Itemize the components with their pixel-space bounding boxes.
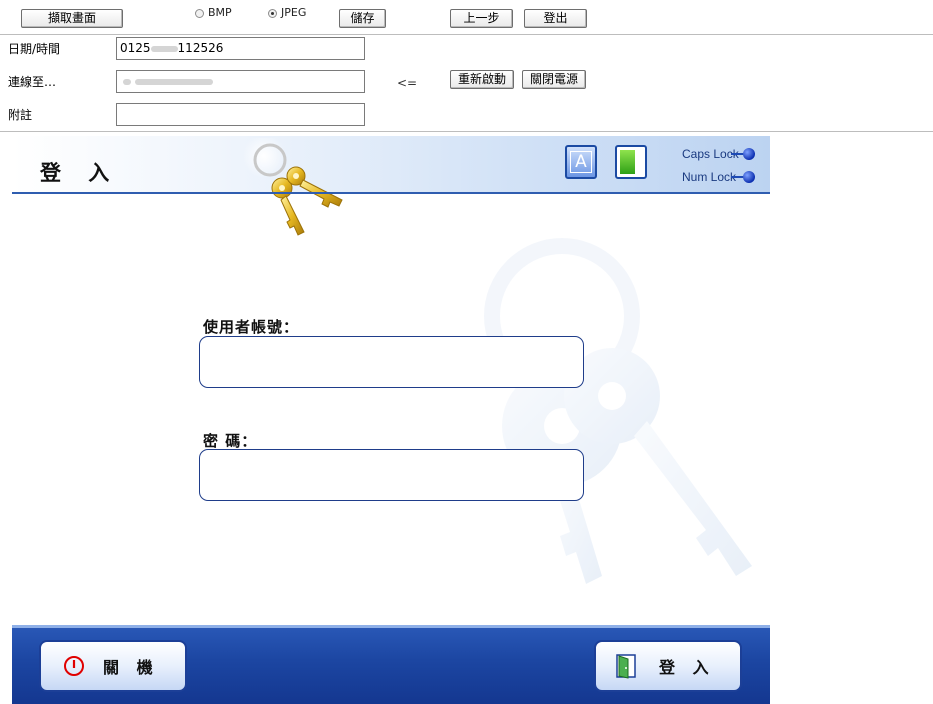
logout-button[interactable]: 登出	[524, 9, 587, 28]
keys-icon	[242, 138, 343, 236]
capture-screen-button[interactable]: 擷取畫面	[21, 9, 123, 28]
username-input[interactable]	[199, 336, 584, 388]
num-lock-led-icon	[731, 171, 757, 183]
connect-to-label: 連線至…	[8, 75, 57, 89]
datetime-label: 日期/時間	[8, 42, 61, 56]
login-button[interactable]: 登 入	[594, 640, 742, 692]
login-header: 登 入 A Caps Lock Num Lock	[12, 136, 770, 236]
toolbar-divider	[0, 34, 933, 35]
redacted-block	[123, 78, 131, 85]
note-field[interactable]	[116, 103, 365, 126]
page-title: 登 入	[40, 161, 120, 185]
watermark-keys-icon	[484, 238, 752, 584]
save-button[interactable]: 儲存	[339, 9, 386, 28]
shutdown-label: 關 機	[103, 658, 159, 677]
toolbar-bottom-divider	[0, 131, 933, 132]
restart-button[interactable]: 重新啟動	[450, 70, 514, 89]
num-lock-label: Num Lock	[682, 170, 737, 184]
datetime-prefix: 0125	[120, 41, 151, 55]
login-label: 登 入	[659, 658, 715, 677]
caps-lock-led-icon	[731, 148, 757, 160]
power-off-button[interactable]: 關閉電源	[522, 70, 586, 89]
door-icon	[616, 654, 636, 679]
caps-lock-icon: A	[565, 145, 597, 179]
jpeg-radio-label: JPEG	[281, 6, 307, 19]
jpeg-radio-dot[interactable]	[268, 8, 277, 18]
back-button[interactable]: 上一步	[450, 9, 513, 28]
caps-glyph: A	[570, 151, 592, 173]
bmp-radio[interactable]: BMP	[195, 6, 232, 20]
password-input[interactable]	[199, 449, 584, 501]
bmp-radio-label: BMP	[208, 6, 232, 19]
login-footer: 關 機 登 入	[12, 625, 770, 704]
connect-arrow: <=	[397, 76, 418, 90]
toolbar: 擷取畫面 BMP JPEG 儲存 上一步 登出 日期/時間 0125 112526…	[0, 0, 933, 133]
login-panel: 登 入 A Caps Lock Num Lock 使用者帳號： 密 碼： 關 機…	[12, 136, 770, 704]
datetime-field[interactable]: 0125 112526	[116, 37, 365, 60]
connect-to-field[interactable]	[116, 70, 365, 93]
num-lock-icon	[615, 145, 647, 179]
datetime-suffix: 112526	[177, 41, 224, 55]
note-label: 附註	[8, 108, 33, 122]
bmp-radio-dot[interactable]	[195, 8, 204, 18]
password-label: 密 碼：	[203, 432, 258, 450]
username-label: 使用者帳號：	[203, 318, 300, 336]
shutdown-button[interactable]: 關 機	[39, 640, 187, 692]
header-divider	[12, 192, 770, 194]
power-icon	[64, 656, 84, 676]
redacted-block	[150, 45, 178, 52]
jpeg-radio[interactable]: JPEG	[268, 6, 306, 20]
num-lock-indicator	[620, 150, 635, 174]
redacted-block	[135, 78, 213, 85]
